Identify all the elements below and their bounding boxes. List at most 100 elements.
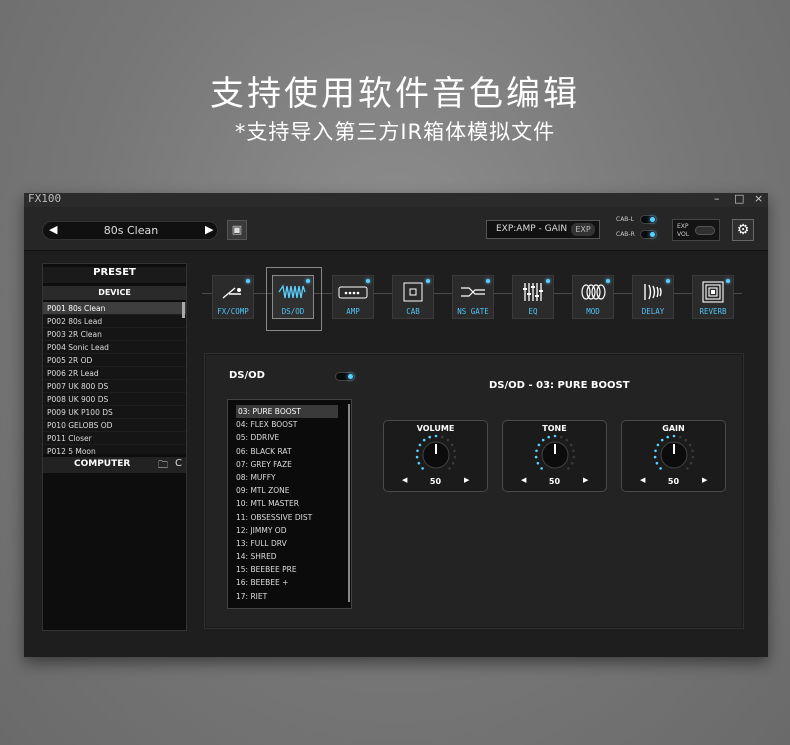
module-enable-toggle[interactable]: [335, 372, 355, 381]
device-header[interactable]: DEVICE: [43, 286, 186, 300]
fx-module-mod[interactable]: MOD: [572, 275, 614, 319]
knob-led: [569, 443, 573, 447]
knob-led: [541, 438, 545, 442]
led-dot: [666, 279, 670, 283]
model-item[interactable]: 11: OBSESSIVE DIST: [228, 511, 346, 524]
knob-led: [535, 449, 538, 453]
preset-item[interactable]: P004 Sonic Lead: [43, 341, 186, 354]
next-preset-button[interactable]: ▶: [205, 223, 213, 236]
preset-item[interactable]: P002 80s Lead: [43, 315, 186, 328]
knob-increment-button[interactable]: ▶: [464, 476, 469, 484]
preset-item[interactable]: P005 2R OD: [43, 354, 186, 367]
fx-module-ds-od[interactable]: DS/OD: [272, 275, 314, 319]
model-item[interactable]: 03: PURE BOOST: [236, 405, 338, 419]
noise-gate-icon: [453, 280, 493, 304]
knob-volume[interactable]: VOLUME ◀ 50 ▶: [383, 420, 488, 492]
knob-led: [448, 467, 451, 470]
model-item[interactable]: 12: JIMMY OD: [228, 524, 346, 537]
model-item[interactable]: 08: MUFFY: [228, 471, 346, 484]
knob-increment-button[interactable]: ▶: [702, 476, 707, 484]
preset-item[interactable]: P007 UK 800 DS: [43, 380, 186, 393]
preset-item[interactable]: P012 5 Moon: [43, 445, 186, 454]
folder-icon[interactable]: 🗀: [158, 458, 168, 475]
preset-item[interactable]: P009 UK P100 DS: [43, 406, 186, 419]
maximize-button[interactable]: □: [734, 192, 744, 205]
knob-dial[interactable]: [533, 433, 577, 477]
headline-title: 支持使用软件音色编辑: [210, 74, 580, 114]
fx-module-delay[interactable]: DELAY: [632, 275, 674, 319]
knob-led: [653, 455, 657, 459]
exp-assign-display[interactable]: EXP:AMP - GAIN EXP: [486, 220, 600, 239]
knob-dial[interactable]: [652, 433, 696, 477]
model-item[interactable]: 06: BLACK RAT: [228, 445, 346, 458]
exp-vol-switch[interactable]: [695, 226, 715, 235]
current-preset-name: 80s Clean: [103, 224, 159, 237]
model-list[interactable]: 03: PURE BOOST 04: FLEX BOOST 05: DDRIVE 06…: [227, 399, 352, 609]
knob-led: [416, 449, 419, 453]
settings-button[interactable]: ⚙: [732, 219, 754, 241]
preset-item[interactable]: P008 UK 900 DS: [43, 393, 186, 406]
led-dot: [246, 279, 250, 283]
model-item[interactable]: 16: BEEBEE +: [228, 576, 346, 589]
fx-module-fx-comp[interactable]: FX/COMP: [212, 275, 254, 319]
knob-label: GAIN: [662, 424, 685, 433]
preset-item[interactable]: P006 2R Lead: [43, 367, 186, 380]
model-list-items: 03: PURE BOOST 04: FLEX BOOST 05: DDRIVE 06…: [228, 400, 346, 603]
model-item[interactable]: 10: MTL MASTER: [228, 497, 346, 510]
preset-scrollbar[interactable]: [182, 302, 185, 318]
save-button[interactable]: ▣: [227, 220, 247, 240]
fx-module-label: DELAY: [641, 307, 665, 316]
knob-led: [656, 443, 660, 447]
preset-item[interactable]: P001 80s Clean: [43, 302, 186, 315]
model-item[interactable]: 13: FULL DRV: [228, 537, 346, 550]
knob-led: [570, 461, 574, 465]
knob-increment-button[interactable]: ▶: [583, 476, 588, 484]
fx-module-eq[interactable]: EQ: [512, 275, 554, 319]
knob-value: 50: [548, 477, 561, 486]
fx-module-ns-gate[interactable]: NS GATE: [452, 275, 494, 319]
model-item[interactable]: 05: DDRIVE: [228, 431, 346, 444]
exp-vol-label-2: VOL: [677, 231, 690, 238]
knob-led: [684, 438, 688, 442]
modulation-icon: [573, 280, 613, 304]
fx-module-cab[interactable]: CAB: [392, 275, 434, 319]
fx-module-label: DS/OD: [281, 307, 305, 316]
preset-item[interactable]: P010 GELOBS OD: [43, 419, 186, 432]
cab-l-toggle[interactable]: [640, 215, 657, 224]
knob-led: [453, 455, 457, 459]
module-panel: DS/OD DS/OD - 03: PURE BOOST 03: PURE BO…: [204, 353, 744, 629]
fx-module-amp[interactable]: AMP: [332, 275, 374, 319]
knob-gain[interactable]: GAIN ◀ 50 ▶: [621, 420, 726, 492]
fx-module-label: CAB: [406, 307, 420, 316]
minimize-button[interactable]: –: [714, 192, 720, 205]
preset-selector[interactable]: ◀ 80s Clean ▶: [42, 221, 218, 240]
close-button[interactable]: ×: [754, 192, 763, 205]
fx-module-reverb[interactable]: REVERB: [692, 275, 734, 319]
cab-r-toggle[interactable]: [640, 230, 657, 239]
knob-led: [691, 455, 695, 459]
knob-led: [534, 455, 538, 459]
model-item[interactable]: 09: MTL ZONE: [228, 484, 346, 497]
knob-led: [655, 461, 659, 465]
computer-header[interactable]: COMPUTER 🗀 C: [43, 457, 186, 473]
model-item[interactable]: 07: GREY FAZE: [228, 458, 346, 471]
knob-led: [689, 461, 693, 465]
model-item[interactable]: 14: SHRED: [228, 550, 346, 563]
knob-led: [415, 455, 419, 459]
fx-module-label: REVERB: [699, 307, 727, 316]
model-scrollbar[interactable]: [348, 404, 350, 602]
preset-item[interactable]: P011 Closer: [43, 432, 186, 445]
knob-tone[interactable]: TONE ◀ 50 ▶: [502, 420, 607, 492]
save-icon: ▣: [231, 223, 243, 236]
knob-dial[interactable]: [414, 433, 458, 477]
preset-list[interactable]: P001 80s Clean P002 80s Lead P003 2R Clean…: [43, 302, 186, 454]
model-item[interactable]: 15: BEEBEE PRE: [228, 563, 346, 576]
model-item[interactable]: 17: RIET: [228, 590, 346, 603]
led-dot: [366, 279, 370, 283]
knob-label: TONE: [542, 424, 567, 433]
model-item[interactable]: 04: FLEX BOOST: [228, 418, 346, 431]
fx-module-label: FX/COMP: [217, 307, 249, 316]
preset-item[interactable]: P003 2R Clean: [43, 328, 186, 341]
exp-vol-control[interactable]: EXP VOL: [672, 219, 720, 241]
refresh-icon[interactable]: C: [175, 458, 182, 469]
